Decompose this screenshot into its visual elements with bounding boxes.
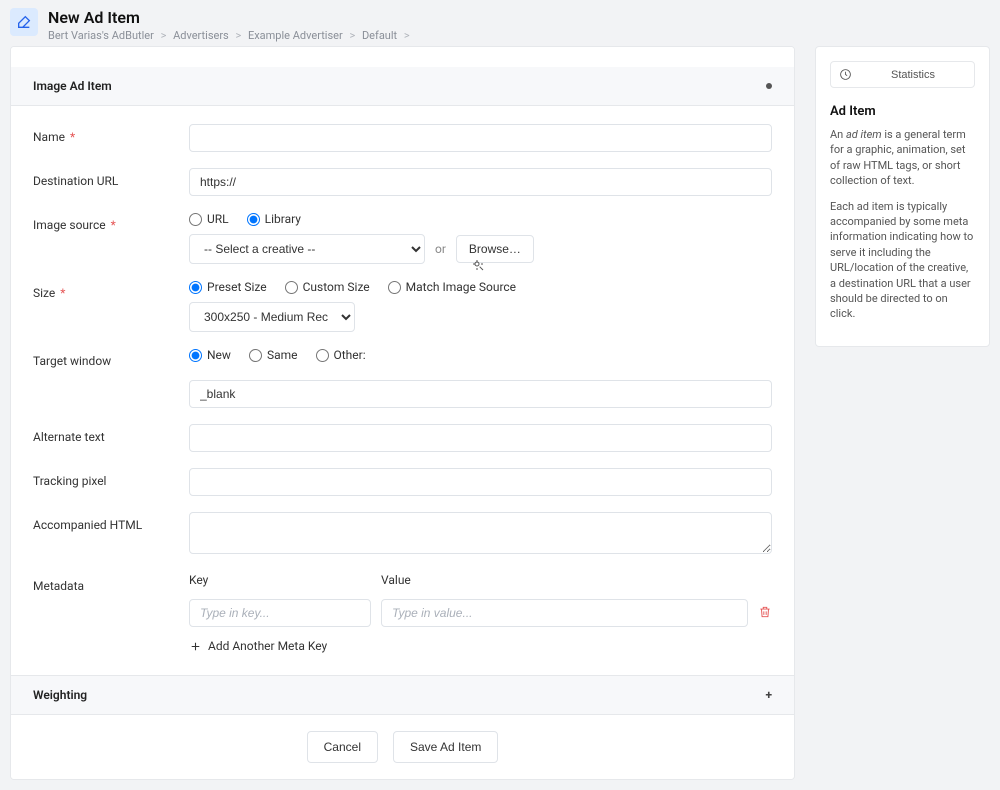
add-meta-button[interactable]: Add Another Meta Key <box>189 639 772 653</box>
save-button[interactable]: Save Ad Item <box>393 731 498 763</box>
destination-url-input[interactable] <box>189 168 772 196</box>
section-header-weighting[interactable]: Weighting + <box>11 676 794 714</box>
sidebar-help-text-2: Each ad item is typically accompanied by… <box>830 199 975 322</box>
section-header-image-ad-item[interactable]: Image Ad Item <box>11 67 794 106</box>
breadcrumb-item[interactable]: Example Advertiser <box>248 29 343 42</box>
delete-meta-button[interactable] <box>758 599 772 622</box>
metadata-label: Metadata <box>33 573 189 593</box>
section-image-ad-item: Image Ad Item Name * Destination URL <box>11 47 794 675</box>
sidebar-panel: Statistics Ad Item An ad item is a gener… <box>815 46 990 347</box>
breadcrumb-item[interactable]: Bert Varias's AdButler <box>48 29 154 42</box>
creative-select[interactable]: -- Select a creative -- <box>189 234 425 264</box>
alt-text-input[interactable] <box>189 424 772 452</box>
breadcrumb: Bert Varias's AdButler > Advertisers > E… <box>48 29 414 42</box>
sidebar-help-title: Ad Item <box>830 104 975 119</box>
target-other-input[interactable] <box>189 380 772 408</box>
statistics-button[interactable]: Statistics <box>830 61 975 88</box>
alt-text-label: Alternate text <box>33 424 189 444</box>
size-label: Size * <box>33 280 189 300</box>
sidebar-help-text-1: An ad item is a general term for a graph… <box>830 127 975 189</box>
name-label: Name * <box>33 124 189 144</box>
collapse-indicator-icon <box>766 83 772 89</box>
destination-url-label: Destination URL <box>33 168 189 188</box>
image-source-url-radio[interactable]: URL <box>189 212 229 226</box>
trash-icon <box>758 605 772 619</box>
accompanied-html-input[interactable] <box>189 512 772 554</box>
target-same-radio[interactable]: Same <box>249 348 298 362</box>
expand-icon: + <box>765 688 772 702</box>
tracking-pixel-label: Tracking pixel <box>33 468 189 488</box>
section-title: Weighting <box>33 688 87 702</box>
app-icon <box>10 8 38 36</box>
breadcrumb-item[interactable]: Default <box>362 29 397 42</box>
size-select[interactable]: 300x250 - Medium Rectangle <box>189 302 355 332</box>
size-match-radio[interactable]: Match Image Source <box>388 280 516 294</box>
name-input[interactable] <box>189 124 772 152</box>
target-other-radio[interactable]: Other: <box>316 348 366 362</box>
or-text: or <box>435 242 446 256</box>
meta-value-header: Value <box>381 573 748 587</box>
section-title: Image Ad Item <box>33 79 112 93</box>
browse-button[interactable]: Browse… <box>456 235 534 263</box>
tracking-pixel-input[interactable] <box>189 468 772 496</box>
breadcrumb-item[interactable]: Advertisers <box>173 29 229 42</box>
footer-actions: Cancel Save Ad Item <box>11 714 794 779</box>
plus-icon <box>189 640 202 653</box>
target-window-label: Target window <box>33 348 189 368</box>
accompanied-html-label: Accompanied HTML <box>33 512 189 532</box>
target-new-radio[interactable]: New <box>189 348 231 362</box>
meta-value-input[interactable] <box>381 599 748 627</box>
cancel-button[interactable]: Cancel <box>307 731 378 763</box>
image-source-library-radio[interactable]: Library <box>247 212 301 226</box>
edit-icon <box>16 14 32 30</box>
size-custom-radio[interactable]: Custom Size <box>285 280 370 294</box>
meta-key-header: Key <box>189 573 371 587</box>
clock-icon <box>839 68 852 81</box>
meta-key-input[interactable] <box>189 599 371 627</box>
image-source-label: Image source * <box>33 212 189 232</box>
size-preset-radio[interactable]: Preset Size <box>189 280 267 294</box>
main-panel: Image Ad Item Name * Destination URL <box>10 46 795 780</box>
page-title: New Ad Item <box>48 8 414 27</box>
